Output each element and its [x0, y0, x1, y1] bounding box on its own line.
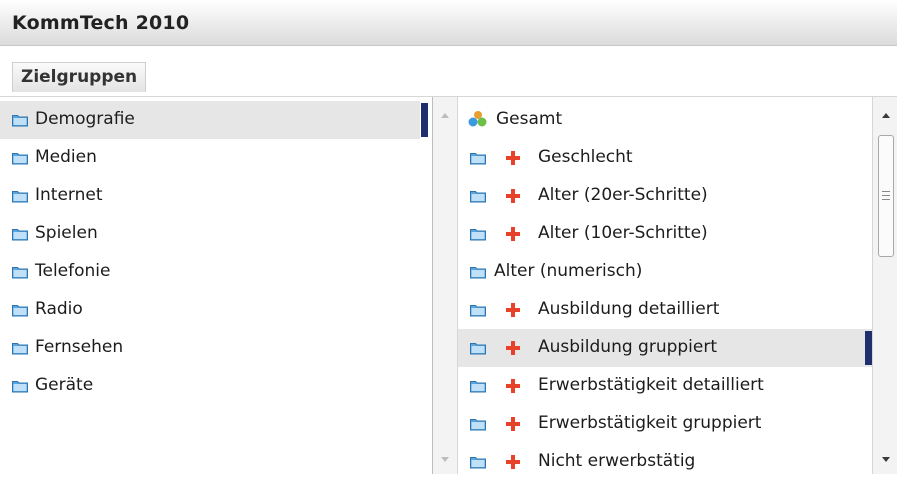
group-icon	[468, 111, 487, 127]
folder-icon	[12, 267, 28, 279]
variable-item-geschlecht[interactable]: Geschlecht	[458, 139, 872, 177]
grip-line	[882, 191, 890, 192]
folder-icon	[470, 457, 486, 469]
variable-label: Erwerbstätigkeit gruppiert	[538, 413, 762, 433]
grip-line	[882, 199, 890, 200]
left-scrollbar[interactable]	[433, 97, 458, 474]
folder-icon	[12, 343, 28, 355]
variable-item-nicht-erwerbstaetig[interactable]: Nicht erwerbstätig	[458, 443, 872, 481]
variable-label: Geschlecht	[538, 147, 633, 167]
scroll-down-arrow-icon[interactable]	[882, 457, 890, 462]
folder-icon	[470, 267, 486, 279]
right-scrollbar[interactable]	[872, 97, 897, 474]
category-list: Demografie Medien Internet Spielen Telef…	[0, 101, 428, 405]
variable-label: Erwerbstätigkeit detailliert	[538, 375, 764, 395]
variable-label: Alter (20er-Schritte)	[538, 185, 708, 205]
tab-label: Zielgruppen	[21, 67, 138, 87]
variable-list-pane: Gesamt Geschlecht Alter (20er-Schritte) …	[458, 97, 872, 474]
category-item-radio[interactable]: Radio	[0, 291, 420, 329]
scroll-up-arrow-icon[interactable]	[882, 113, 890, 118]
folder-icon	[12, 305, 28, 317]
folder-icon	[470, 305, 486, 317]
selection-marker	[421, 103, 428, 137]
title-bar: KommTech 2010	[0, 0, 897, 46]
scroll-up-arrow-icon[interactable]	[441, 113, 449, 118]
folder-icon	[12, 381, 28, 393]
folder-icon	[470, 381, 486, 393]
folder-icon	[470, 419, 486, 431]
variable-item-alter-20er[interactable]: Alter (20er-Schritte)	[458, 177, 872, 215]
variable-label: Alter (numerisch)	[494, 261, 643, 281]
variable-item-erwerbstaetigkeit-gruppiert[interactable]: Erwerbstätigkeit gruppiert	[458, 405, 872, 443]
folder-icon	[470, 229, 486, 241]
category-label: Internet	[35, 185, 103, 205]
selection-marker	[865, 331, 872, 365]
category-item-spielen[interactable]: Spielen	[0, 215, 420, 253]
variable-label: Gesamt	[496, 109, 563, 129]
category-label: Medien	[35, 147, 97, 167]
plus-icon[interactable]	[506, 414, 520, 434]
app-title: KommTech 2010	[12, 12, 190, 34]
variable-item-alter-10er[interactable]: Alter (10er-Schritte)	[458, 215, 872, 253]
variable-item-ausbildung-gruppiert[interactable]: Ausbildung gruppiert	[458, 329, 872, 367]
variable-item-erwerbstaetigkeit-detailliert[interactable]: Erwerbstätigkeit detailliert	[458, 367, 872, 405]
plus-icon[interactable]	[506, 452, 520, 472]
plus-icon[interactable]	[506, 148, 520, 168]
variable-label: Ausbildung gruppiert	[538, 337, 718, 357]
folder-icon	[12, 153, 28, 165]
folder-icon	[470, 343, 486, 355]
folder-icon	[470, 191, 486, 203]
category-label: Spielen	[35, 223, 98, 243]
variable-label: Alter (10er-Schritte)	[538, 223, 708, 243]
category-label: Demografie	[35, 109, 135, 129]
grip-line	[882, 195, 890, 196]
folder-icon	[12, 191, 28, 203]
folder-icon	[12, 229, 28, 241]
category-label: Telefonie	[35, 261, 111, 281]
variable-item-ausbildung-detailliert[interactable]: Ausbildung detailliert	[458, 291, 872, 329]
scrollbar-thumb[interactable]	[878, 135, 894, 257]
plus-icon[interactable]	[506, 186, 520, 206]
variable-item-alter-numerisch[interactable]: Alter (numerisch)	[458, 253, 872, 291]
category-item-geraete[interactable]: Geräte	[0, 367, 420, 405]
category-item-medien[interactable]: Medien	[0, 139, 420, 177]
folder-icon	[12, 115, 28, 127]
category-item-telefonie[interactable]: Telefonie	[0, 253, 420, 291]
category-label: Fernsehen	[35, 337, 124, 357]
tab-zielgruppen[interactable]: Zielgruppen	[12, 62, 147, 92]
folder-icon	[470, 153, 486, 165]
category-item-fernsehen[interactable]: Fernsehen	[0, 329, 420, 367]
category-item-internet[interactable]: Internet	[0, 177, 420, 215]
plus-icon[interactable]	[506, 300, 520, 320]
category-label: Geräte	[35, 375, 94, 395]
plus-icon[interactable]	[506, 224, 520, 244]
category-label: Radio	[35, 299, 83, 319]
variable-item-gesamt[interactable]: Gesamt	[458, 101, 872, 139]
category-item-demografie[interactable]: Demografie	[0, 101, 428, 139]
scroll-down-arrow-icon[interactable]	[441, 457, 449, 462]
category-list-pane: Demografie Medien Internet Spielen Telef…	[0, 97, 432, 474]
tab-strip: Zielgruppen	[0, 46, 897, 96]
variable-label: Nicht erwerbstätig	[538, 451, 696, 471]
plus-icon[interactable]	[506, 338, 520, 358]
variable-label: Ausbildung detailliert	[538, 299, 720, 319]
plus-icon[interactable]	[506, 376, 520, 396]
